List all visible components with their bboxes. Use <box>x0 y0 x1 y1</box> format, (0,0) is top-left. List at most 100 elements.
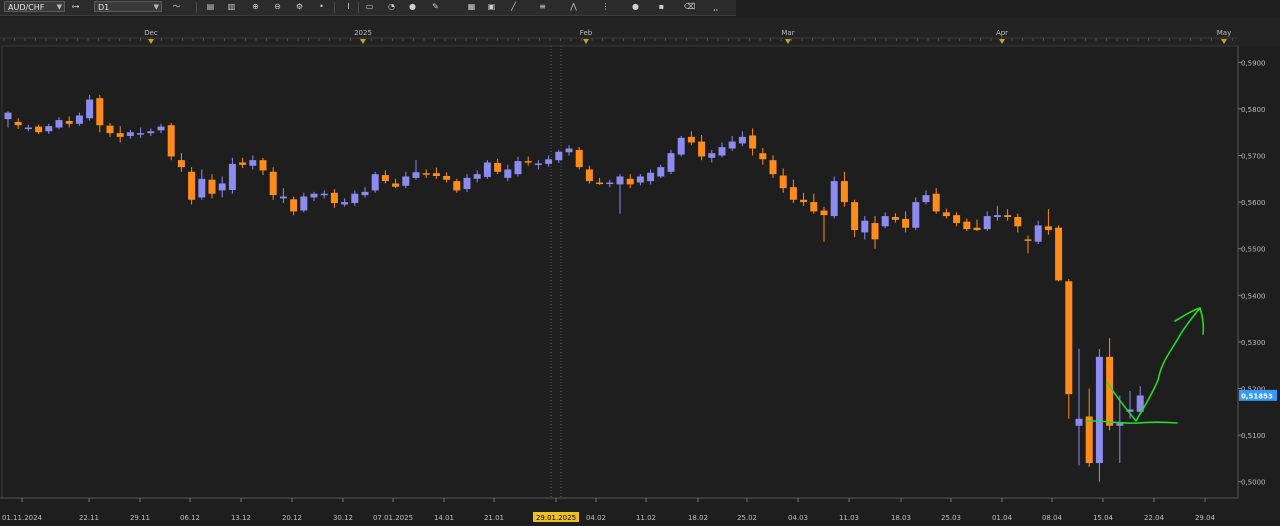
candle-body[interactable] <box>861 220 869 233</box>
candle-body[interactable] <box>35 126 43 133</box>
candle-body[interactable] <box>922 195 930 203</box>
candle-body[interactable] <box>983 216 991 230</box>
candle-body[interactable] <box>800 199 808 203</box>
candle-body[interactable] <box>1095 356 1103 464</box>
candle-body[interactable] <box>504 169 512 178</box>
candle-body[interactable] <box>147 131 155 134</box>
candle-body[interactable] <box>249 160 257 166</box>
candle-body[interactable] <box>851 202 859 231</box>
candle-body[interactable] <box>198 178 206 198</box>
candle-body[interactable] <box>381 175 389 182</box>
candle-body[interactable] <box>443 176 451 180</box>
candle-body[interactable] <box>483 162 491 177</box>
candle-body[interactable] <box>463 177 471 190</box>
candle-body[interactable] <box>871 223 879 240</box>
candle-body[interactable] <box>1004 215 1012 218</box>
candle-body[interactable] <box>290 199 298 212</box>
candle-body[interactable] <box>137 133 145 135</box>
candle-body[interactable] <box>1024 239 1032 241</box>
candle-body[interactable] <box>412 172 420 178</box>
candle-body[interactable] <box>422 173 430 175</box>
candle-body[interactable] <box>24 127 32 130</box>
candle-body[interactable] <box>1044 226 1052 231</box>
candle-body[interactable] <box>698 141 706 157</box>
candle-body[interactable] <box>45 126 53 132</box>
candle-body[interactable] <box>963 221 971 230</box>
candle-body[interactable] <box>1075 418 1083 426</box>
candle-body[interactable] <box>1014 217 1022 227</box>
candle-body[interactable] <box>575 149 583 168</box>
candle-body[interactable] <box>596 182 604 185</box>
candle-body[interactable] <box>524 161 532 163</box>
candle-body[interactable] <box>657 167 665 177</box>
candle-body[interactable] <box>432 173 440 177</box>
candle-body[interactable] <box>585 169 593 182</box>
candle-body[interactable] <box>738 136 746 144</box>
candle-body[interactable] <box>228 163 236 190</box>
candle-body[interactable] <box>932 193 940 212</box>
candle-body[interactable] <box>789 187 797 200</box>
candle-body[interactable] <box>269 171 277 196</box>
candle-body[interactable] <box>96 98 104 126</box>
candle-body[interactable] <box>167 125 175 157</box>
candle-body[interactable] <box>1034 225 1042 242</box>
candle-body[interactable] <box>279 196 287 199</box>
candle-body[interactable] <box>75 115 83 124</box>
candle-body[interactable] <box>942 212 950 217</box>
candle-body[interactable] <box>1055 227 1063 281</box>
candle-body[interactable] <box>779 175 787 189</box>
candle-body[interactable] <box>218 183 226 191</box>
candle-body[interactable] <box>361 191 369 196</box>
candle-body[interactable] <box>891 217 899 220</box>
candle-body[interactable] <box>973 227 981 231</box>
candle-body[interactable] <box>259 160 267 171</box>
candle-body[interactable] <box>708 153 716 158</box>
candle-body[interactable] <box>65 121 73 124</box>
candle-body[interactable] <box>55 120 63 128</box>
candle-body[interactable] <box>1106 356 1114 426</box>
candle-body[interactable] <box>392 183 400 187</box>
candle-body[interactable] <box>626 178 634 185</box>
candle-body[interactable] <box>555 151 563 161</box>
candle-body[interactable] <box>320 193 328 196</box>
candle-body[interactable] <box>565 148 573 153</box>
candle-body[interactable] <box>208 179 216 194</box>
candle-body[interactable] <box>830 181 838 217</box>
candle-body[interactable] <box>769 160 777 175</box>
candle-body[interactable] <box>1065 281 1073 395</box>
candle-body[interactable] <box>677 137 685 155</box>
candle-body[interactable] <box>106 125 114 134</box>
candle-body[interactable] <box>351 193 359 204</box>
candle-body[interactable] <box>341 202 349 205</box>
candle-body[interactable] <box>820 210 828 216</box>
candle-body[interactable] <box>473 174 481 179</box>
candle-body[interactable] <box>881 216 889 227</box>
candle-body[interactable] <box>534 163 542 165</box>
candle-body[interactable] <box>759 153 767 160</box>
candle-body[interactable] <box>810 202 818 212</box>
candle-body[interactable] <box>912 202 920 228</box>
candle-body[interactable] <box>514 161 522 175</box>
candle-body[interactable] <box>157 126 165 131</box>
candle-body[interactable] <box>687 136 695 143</box>
candle-body[interactable] <box>453 181 461 191</box>
candle-body[interactable] <box>718 147 726 156</box>
candle-body[interactable] <box>300 196 308 211</box>
candle-body[interactable] <box>902 218 910 228</box>
candle-body[interactable] <box>1085 416 1093 464</box>
candle-body[interactable] <box>667 153 675 172</box>
candle-body[interactable] <box>371 174 379 191</box>
candle-body[interactable] <box>840 181 848 203</box>
candle-body[interactable] <box>636 176 644 183</box>
candle-body[interactable] <box>1116 423 1124 426</box>
candlestick-chart[interactable]: Dec 2025 Feb Mar Apr May 0,5900 0,5800 0,5700 0,5… <box>0 0 1280 526</box>
candle-body[interactable] <box>330 192 338 204</box>
candle-body[interactable] <box>993 215 1001 218</box>
candle-body[interactable] <box>86 99 94 119</box>
candle-body[interactable] <box>4 112 12 120</box>
candle-body[interactable] <box>728 141 736 149</box>
candle-body[interactable] <box>616 176 624 185</box>
candle-body[interactable] <box>188 171 196 200</box>
candle-body[interactable] <box>749 135 757 149</box>
candle-body[interactable] <box>606 182 614 185</box>
